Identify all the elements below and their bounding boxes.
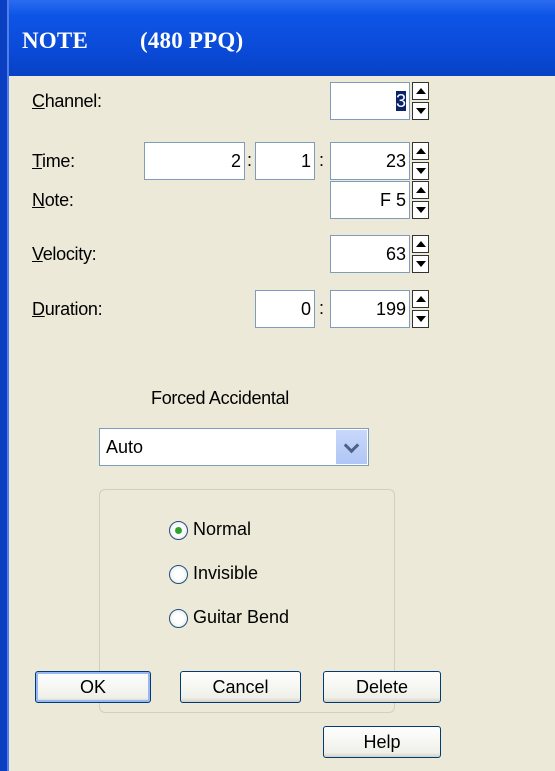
spin-down-icon[interactable] [412, 162, 429, 180]
spin-down-icon[interactable] [412, 201, 429, 219]
radio-guitar-bend-label: Guitar Bend [193, 607, 290, 627]
cancel-button[interactable]: Cancel [180, 671, 301, 703]
radio-unchecked-icon[interactable] [169, 609, 188, 628]
duration-spinner[interactable] [412, 290, 429, 328]
duration-label: Duration: [32, 299, 103, 319]
radio-checked-icon[interactable] [169, 521, 188, 540]
time-separator: : [247, 150, 253, 170]
velocity-input[interactable]: 63 [330, 235, 410, 273]
spin-up-icon[interactable] [412, 235, 429, 253]
velocity-spinner[interactable] [412, 235, 429, 273]
spin-up-icon[interactable] [412, 181, 429, 199]
spin-down-icon[interactable] [412, 102, 429, 120]
radio-invisible-label: Invisible [193, 563, 259, 583]
spin-down-icon[interactable] [412, 310, 429, 328]
note-dialog: NOTE (480 PPQ) Channel: 3 Time: 2 : 1 : … [0, 0, 555, 771]
duration-separator: : [319, 298, 325, 318]
channel-value: 3 [395, 91, 406, 111]
velocity-label: Velocity: [32, 244, 97, 264]
forced-accidental-value: Auto [106, 437, 144, 457]
chevron-down-icon[interactable] [335, 430, 367, 464]
window-frame-left [0, 0, 9, 771]
note-label: Note: [32, 190, 74, 210]
channel-spinner[interactable] [412, 82, 429, 120]
time-bar-input[interactable]: 2 [144, 142, 245, 180]
time-tick-input[interactable]: 23 [330, 142, 410, 180]
channel-input[interactable]: 3 [330, 82, 410, 120]
spin-up-icon[interactable] [412, 290, 429, 308]
note-input[interactable]: F 5 [330, 181, 410, 219]
radio-unchecked-icon[interactable] [169, 565, 188, 584]
spin-up-icon[interactable] [412, 142, 429, 160]
forced-accidental-select[interactable]: Auto [99, 428, 369, 466]
title-ppq: (480 PPQ) [140, 28, 244, 53]
title-text: NOTE [22, 28, 88, 53]
time-label: Time: [32, 151, 75, 171]
channel-label: Channel: [32, 91, 102, 111]
duration-beats-input[interactable]: 0 [255, 290, 315, 328]
spin-up-icon[interactable] [412, 82, 429, 100]
time-beat-input[interactable]: 1 [255, 142, 315, 180]
time-spinner[interactable] [412, 142, 429, 180]
forced-accidental-label: Forced Accidental [151, 388, 289, 408]
spin-down-icon[interactable] [412, 255, 429, 273]
radio-normal-label: Normal [193, 519, 252, 539]
title-bar[interactable]: NOTE (480 PPQ) [9, 0, 555, 76]
delete-button[interactable]: Delete [323, 671, 441, 703]
ok-button[interactable]: OK [35, 671, 151, 703]
note-spinner[interactable] [412, 181, 429, 219]
dialog-body: Channel: 3 Time: 2 : 1 : 23 Note: F 5 Ve… [9, 76, 555, 771]
duration-ticks-input[interactable]: 199 [330, 290, 410, 328]
time-separator: : [319, 150, 325, 170]
help-button[interactable]: Help [323, 726, 441, 758]
